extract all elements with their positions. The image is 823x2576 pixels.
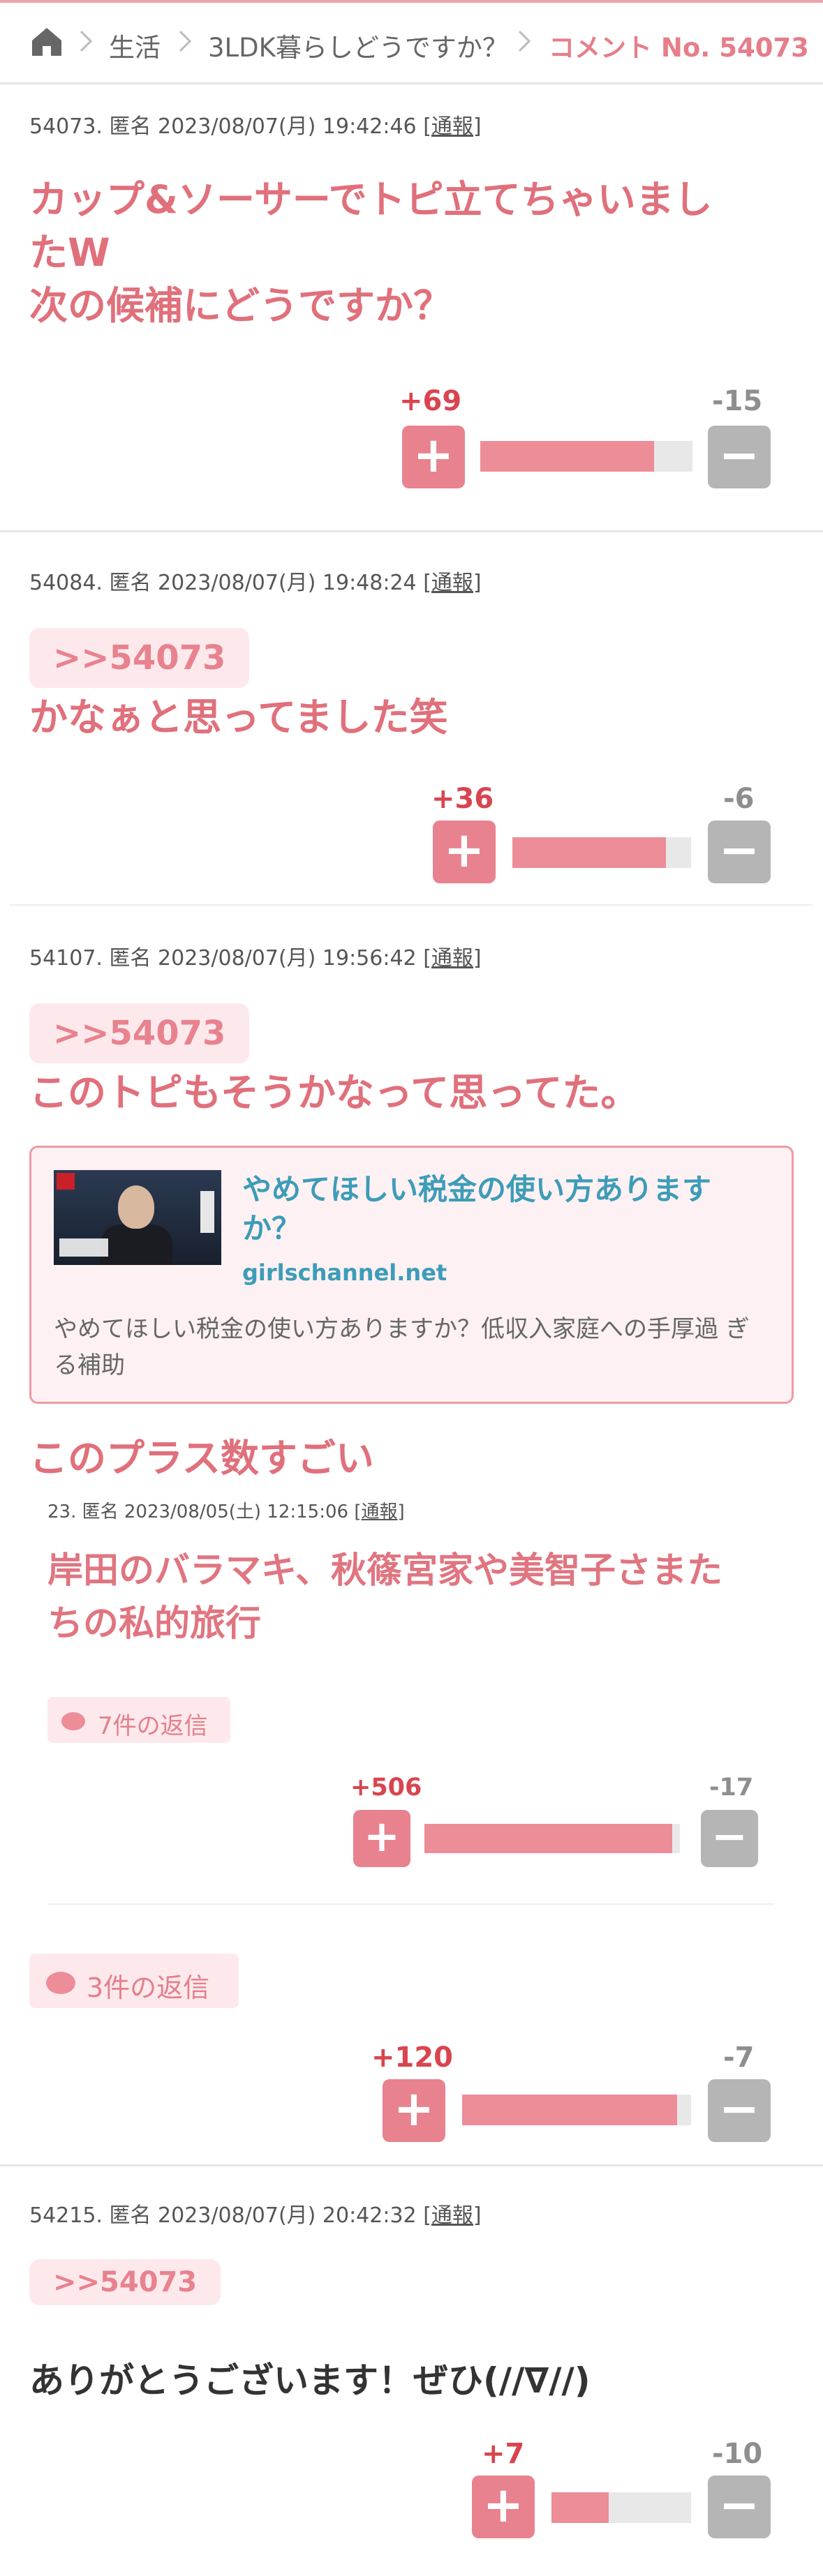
plus-count: +7 (482, 2438, 525, 2470)
divider (10, 904, 813, 906)
vote-ratio-fill (512, 837, 667, 868)
breadcrumb-current: コメント No. 54073 (549, 33, 809, 63)
divider (47, 1903, 773, 1905)
quoted-replies-label: 7件の返信 (98, 1712, 208, 1740)
quoted-replies-badge: 7件の返信 (47, 1697, 230, 1743)
plus-button: + (353, 1810, 410, 1867)
comment-body-line: かなぁと思ってました笑 (29, 695, 448, 740)
comment-body-line: ありがとうございます！ぜひ(//∇//) (29, 2360, 591, 2401)
minus-button[interactable]: − (708, 426, 771, 488)
quoted-report-link: [通報] (354, 1502, 405, 1522)
plus-button[interactable]: + (402, 426, 465, 488)
chevron-right-icon (518, 30, 531, 52)
comment-body: かなぁと思ってました笑 (29, 691, 811, 744)
report-link[interactable]: [通報] (423, 946, 481, 971)
divider (0, 82, 823, 84)
link-card-title[interactable]: やめてほしい税金の使い方あります か？ (242, 1170, 773, 1248)
breadcrumb-item-topic[interactable]: 3LDK暮らしどうですか？ (208, 27, 508, 64)
plus-button[interactable]: + (433, 821, 496, 883)
anchor-link[interactable]: >>54073 (29, 628, 250, 688)
minus-button[interactable]: − (708, 2476, 771, 2538)
quoted-comment-meta: 23. 匿名 2023/08/05(土) 12:15:06 [通報] (47, 1497, 405, 1523)
quoted-meta-text: 23. 匿名 2023/08/05(土) 12:15:06 (47, 1502, 349, 1522)
plus-button[interactable]: + (472, 2476, 535, 2538)
comment-body-line: このトピもそうかなって思ってた。 (29, 1070, 639, 1115)
chevron-right-icon (80, 30, 93, 52)
quoted-body-line: ちの私的旅行 (47, 1603, 262, 1645)
quoted-comment-body: 岸田のバラマキ、秋篠宮家や美智子さまた ちの私的旅行 (47, 1545, 787, 1651)
comment-body-line: カップ&ソーサーでトピ立てちゃいまし (29, 177, 713, 222)
comment-meta-text: 54215. 匿名 2023/08/07(月) 20:42:32 (29, 2203, 417, 2228)
minus-count: -17 (709, 1774, 754, 1802)
plus-count: +69 (399, 385, 462, 417)
plus-count: +36 (431, 783, 494, 815)
minus-count: -15 (712, 385, 763, 417)
plus-button[interactable]: + (383, 2079, 445, 2142)
speech-bubble-icon (46, 1972, 75, 1994)
link-card-domain: girlschannel.net (242, 1259, 447, 1286)
minus-count: -7 (723, 2042, 755, 2074)
replies-button[interactable]: 3件の返信 (29, 1954, 239, 2008)
replies-label: 3件の返信 (87, 1972, 210, 2003)
comment-meta: 54215. 匿名 2023/08/07(月) 20:42:32 [通報] (29, 2198, 482, 2229)
breadcrumb: 生活 3LDK暮らしどうですか？ コメント No. 54073 (0, 0, 823, 82)
vote-ratio-bar (512, 837, 691, 868)
comment-body: カップ&ソーサーでトピ立てちゃいまし たW 次の候補にどうですか？ (29, 173, 811, 332)
vote-ratio-bar (480, 441, 692, 472)
comment-meta: 54084. 匿名 2023/08/07(月) 19:48:24 [通報] (29, 565, 482, 596)
vote-ratio-bar (462, 2095, 691, 2125)
divider (0, 2164, 823, 2166)
vote-ratio-bar (551, 2492, 691, 2523)
comment-meta-text: 54073. 匿名 2023/08/07(月) 19:42:46 (29, 114, 417, 139)
vote-ratio-fill (551, 2492, 609, 2523)
plus-count: +506 (350, 1774, 422, 1802)
comment-meta-text: 54107. 匿名 2023/08/07(月) 19:56:42 (29, 946, 417, 971)
comment-body-line: このプラス数すごい (29, 1436, 374, 1481)
divider (0, 530, 823, 532)
minus-button[interactable]: − (708, 2079, 771, 2142)
minus-button[interactable]: − (708, 821, 771, 883)
comment-meta-text: 54084. 匿名 2023/08/07(月) 19:48:24 (29, 571, 417, 595)
vote-ratio-fill (462, 2095, 678, 2125)
report-link[interactable]: [通報] (423, 571, 481, 595)
anchor-link[interactable]: >>54073 (29, 2259, 221, 2305)
vote-ratio-fill (480, 441, 655, 472)
minus-count: -6 (723, 783, 755, 815)
minus-button: − (701, 1810, 758, 1867)
minus-count: -10 (712, 2438, 763, 2470)
link-card-description: やめてほしい税金の使い方ありますか？低収入家庭への手厚過 ぎる補助 (54, 1315, 750, 1379)
comment-body-line: 次の候補にどうですか？ (29, 283, 452, 328)
chevron-right-icon (179, 30, 192, 52)
quoted-body-line: 岸田のバラマキ、秋篠宮家や美智子さまた (47, 1550, 722, 1592)
breadcrumb-item-category[interactable]: 生活 (109, 27, 161, 64)
comment-meta: 54107. 匿名 2023/08/07(月) 19:56:42 [通報] (29, 941, 482, 971)
comment-body: このトピもそうかなって思ってた。 (29, 1066, 811, 1119)
link-card-thumbnail (54, 1170, 221, 1265)
report-link[interactable]: [通報] (423, 114, 481, 139)
report-link[interactable]: [通報] (423, 2203, 481, 2228)
comment-meta: 54073. 匿名 2023/08/07(月) 19:42:46 [通報] (29, 109, 482, 140)
comment-body-line: たW (29, 230, 110, 275)
anchor-link[interactable]: >>54073 (29, 1003, 250, 1063)
plus-count: +120 (371, 2042, 454, 2074)
speech-bubble-icon (61, 1712, 85, 1730)
home-icon[interactable] (29, 24, 64, 59)
vote-ratio-fill (424, 1824, 673, 1853)
comment-body: ありがとうございます！ぜひ(//∇//) (29, 2354, 811, 2407)
link-card[interactable]: やめてほしい税金の使い方あります か？ girlschannel.net やめて… (29, 1146, 794, 1404)
vote-ratio-bar (424, 1824, 680, 1853)
